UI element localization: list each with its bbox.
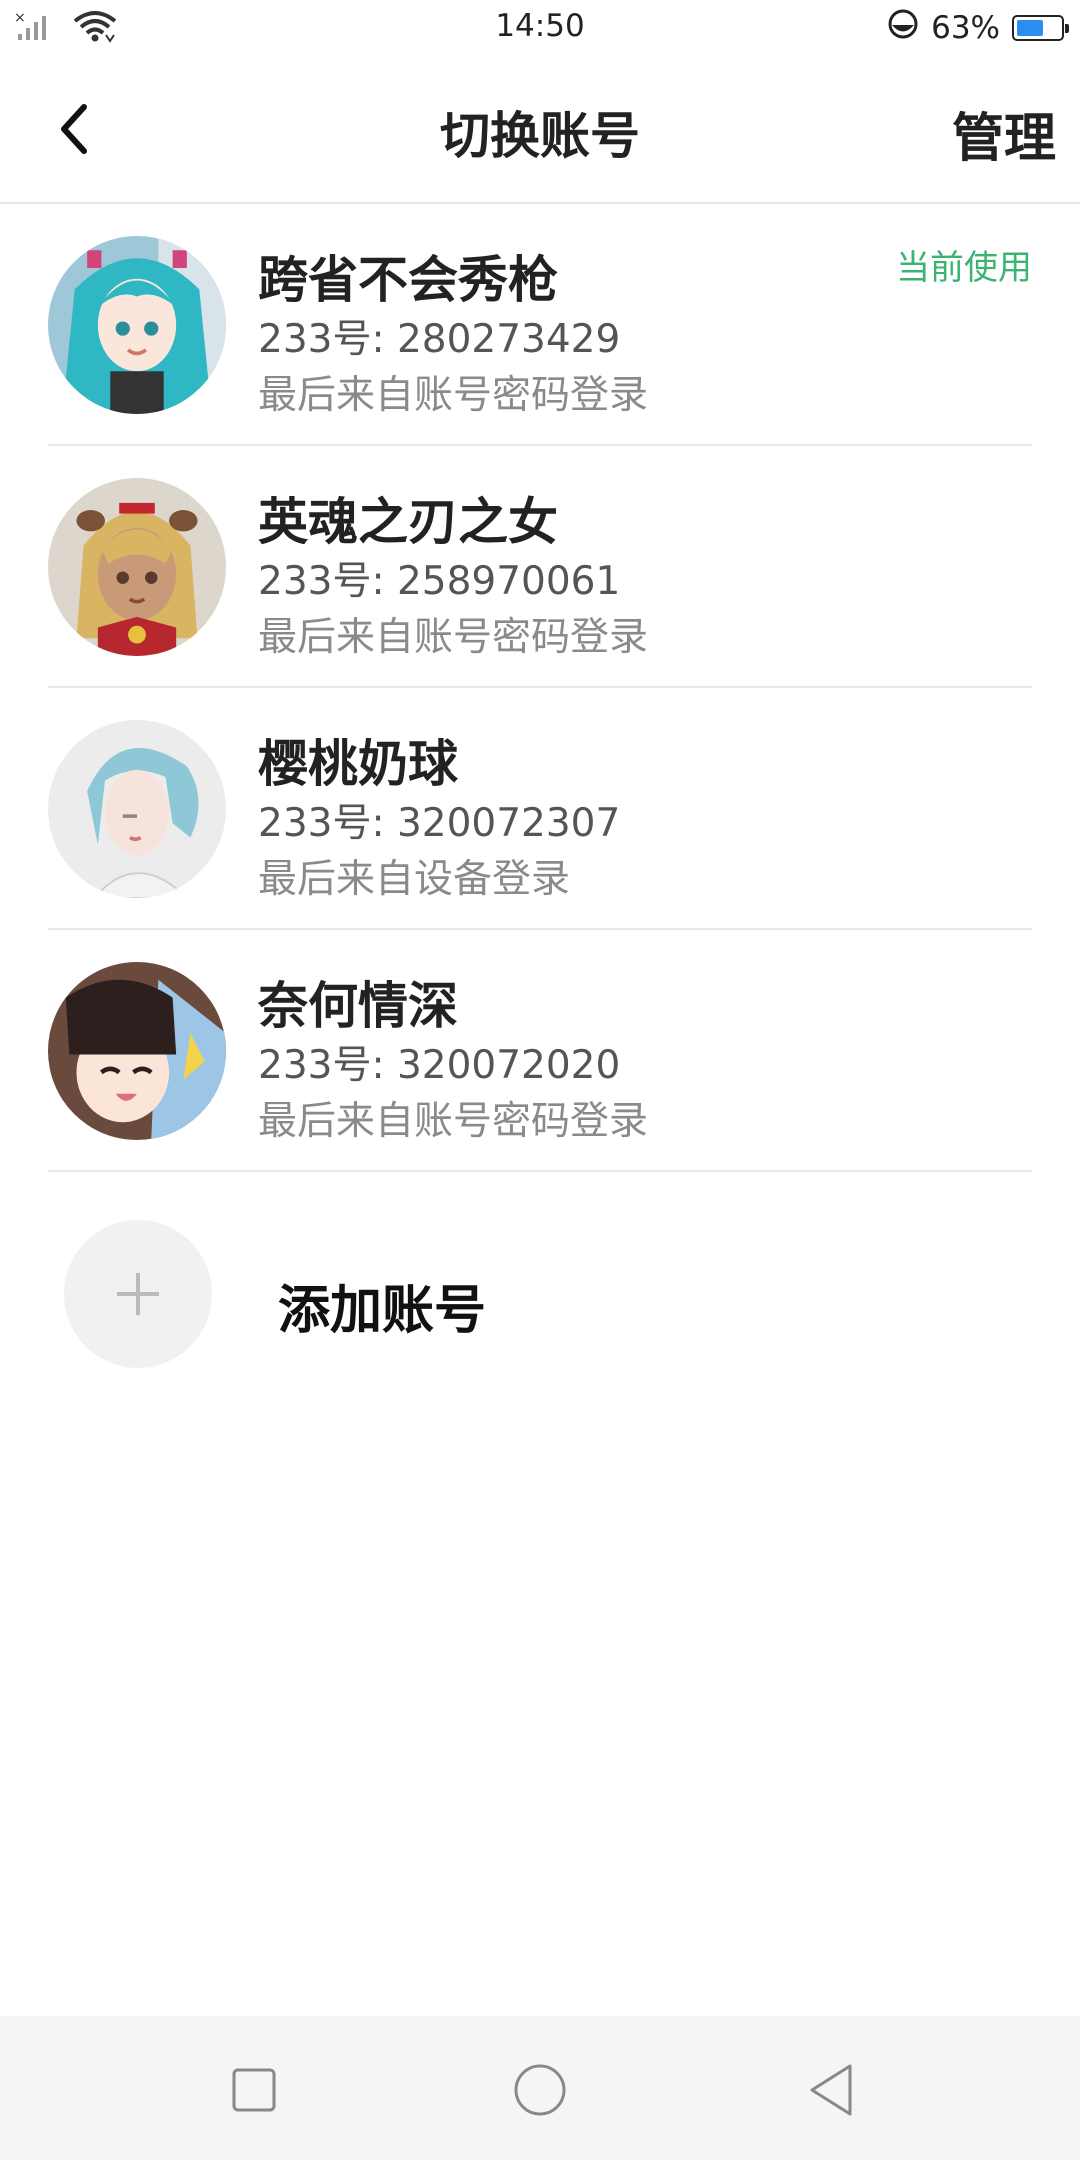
manage-button[interactable]: 管理 <box>952 96 1056 171</box>
account-uid: 233号: 320072307 <box>258 801 621 846</box>
home-circle-icon <box>514 2064 566 2116</box>
add-account-circle[interactable] <box>64 1220 212 1368</box>
account-row[interactable]: 跨省不会秀枪 233号: 280273429 最后来自账号密码登录 当前使用 <box>0 204 1080 446</box>
avatar <box>48 962 226 1140</box>
battery-level-fill <box>1017 20 1043 36</box>
home-button[interactable] <box>508 2058 572 2122</box>
header-bar: 切换账号 管理 <box>0 56 1080 204</box>
account-uid: 233号: 320072020 <box>258 1043 621 1088</box>
account-login-method: 最后来自账号密码登录 <box>258 1099 649 1144</box>
battery-percent: 63% <box>931 10 1000 46</box>
account-name: 樱桃奶球 <box>258 735 458 793</box>
account-name: 奈何情深 <box>258 977 458 1035</box>
avatar <box>48 478 226 656</box>
account-login-method: 最后来自设备登录 <box>258 857 571 902</box>
page-title: 切换账号 <box>440 107 640 165</box>
account-login-method: 最后来自账号密码登录 <box>258 615 649 660</box>
back-triangle-icon <box>810 2064 852 2116</box>
account-uid: 233号: 280273429 <box>258 317 621 362</box>
account-login-method: 最后来自账号密码登录 <box>258 373 649 418</box>
system-nav-bar <box>0 2016 1080 2160</box>
recents-button[interactable] <box>222 2058 286 2122</box>
avatar <box>48 236 226 414</box>
eye-comfort-icon <box>887 8 919 48</box>
current-account-badge: 当前使用 <box>896 248 1032 288</box>
status-right: 63% <box>887 8 1069 48</box>
avatar <box>48 720 226 898</box>
account-name: 英魂之刃之女 <box>258 493 558 551</box>
add-account-label: 添加账号 <box>278 1281 487 1341</box>
account-row[interactable]: 英魂之刃之女 233号: 258970061 最后来自账号密码登录 <box>0 446 1080 688</box>
account-row[interactable]: 樱桃奶球 233号: 320072307 最后来自设备登录 <box>0 688 1080 930</box>
account-list: 跨省不会秀枪 233号: 280273429 最后来自账号密码登录 当前使用 英 <box>0 204 1080 1172</box>
divider <box>48 1170 1032 1172</box>
plus-icon <box>117 1273 159 1315</box>
recents-square-icon <box>232 2068 276 2112</box>
account-row[interactable]: 奈何情深 233号: 320072020 最后来自账号密码登录 <box>0 930 1080 1172</box>
back-nav-button[interactable] <box>800 2058 864 2122</box>
account-uid: 233号: 258970061 <box>258 559 621 604</box>
battery-icon <box>1012 15 1069 41</box>
account-name: 跨省不会秀枪 <box>258 251 558 309</box>
status-bar: × 14:50 63% <box>0 0 1080 56</box>
add-account-button[interactable]: 添加账号 <box>64 1220 1064 1370</box>
